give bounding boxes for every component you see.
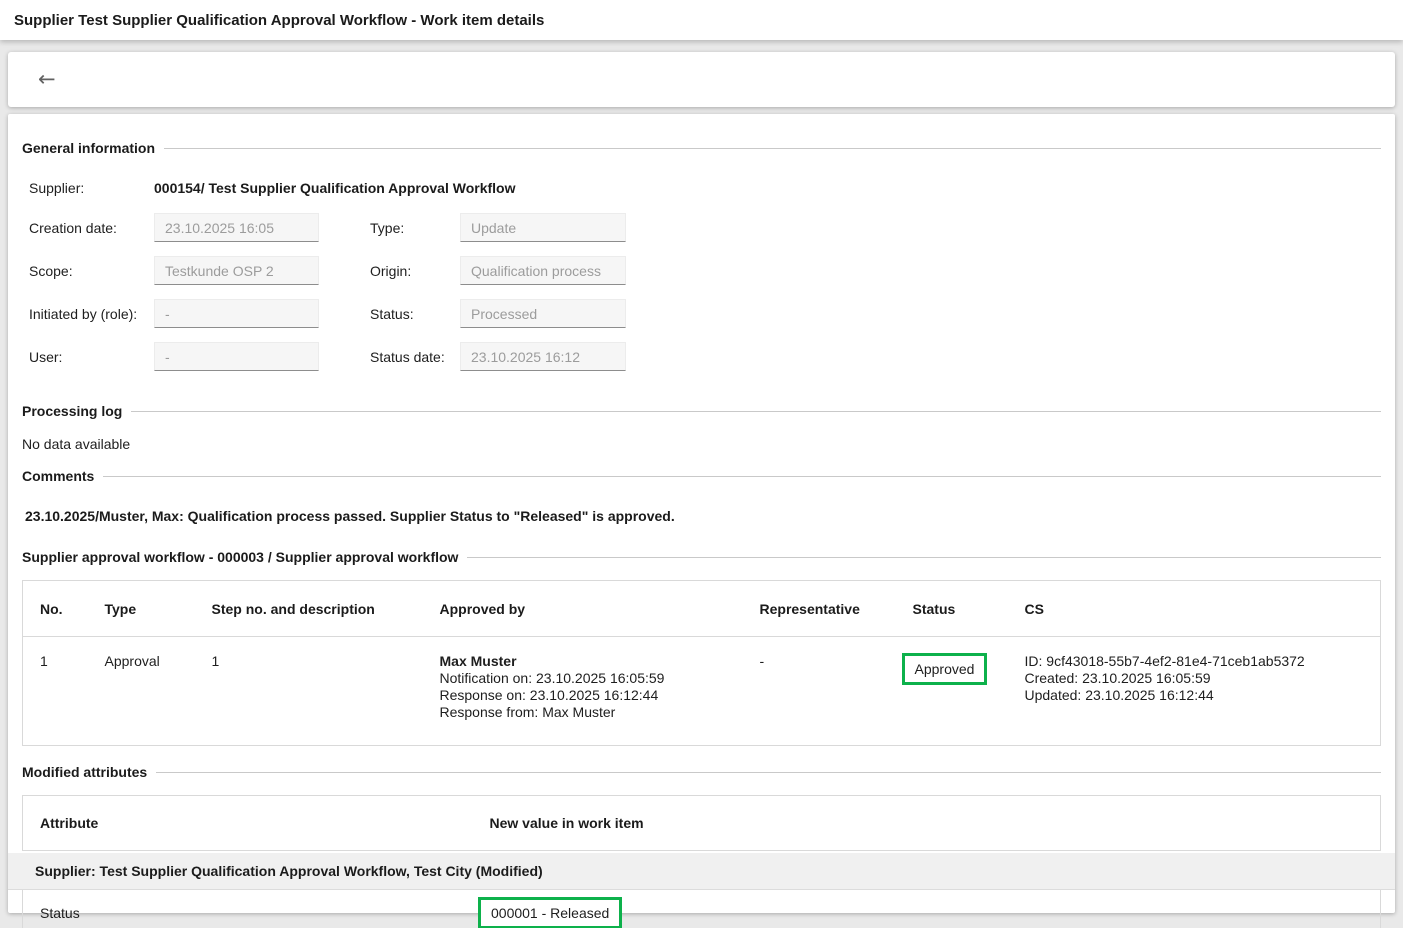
response-on-line: Response on: 23.10.2025 16:12:44 xyxy=(440,687,754,704)
notification-on-line: Notification on: 23.10.2025 16:05:59 xyxy=(440,670,754,687)
cell-status: Approved xyxy=(913,637,1025,746)
attribute-new-value: 000001 - Released xyxy=(490,897,622,928)
approval-workflow-table-header: No. Type Step no. and description Approv… xyxy=(23,581,1381,637)
back-arrow-icon: ← xyxy=(38,67,56,91)
user-label: User: xyxy=(29,349,154,365)
section-divider xyxy=(103,476,1381,477)
section-header-comments: Comments xyxy=(22,468,1381,484)
origin-label: Origin: xyxy=(370,263,460,279)
cell-cs: ID: 9cf43018-55b7-4ef2-81e4-71ceb1ab5372… xyxy=(1025,637,1381,746)
creation-date-field[interactable]: 23.10.2025 16:05 xyxy=(154,213,319,242)
section-header-supplier-approval-workflow: Supplier approval workflow - 000003 / Su… xyxy=(22,549,1381,565)
table-row: 1 Approval 1 Max Muster Notification on:… xyxy=(23,637,1381,746)
cs-updated-line: Updated: 23.10.2025 16:12:44 xyxy=(1025,687,1375,704)
processing-log-empty-message: No data available xyxy=(22,436,1381,452)
form-row: Initiated by (role): - Status: Processed xyxy=(29,299,1381,328)
section-title: General information xyxy=(22,140,155,156)
user-field[interactable]: - xyxy=(154,342,319,371)
column-header-new-value: New value in work item xyxy=(490,796,1381,851)
section-divider xyxy=(467,557,1381,558)
column-header-representative: Representative xyxy=(760,581,913,637)
column-header-attribute: Attribute xyxy=(23,796,490,851)
supplier-value: 000154/ Test Supplier Qualification Appr… xyxy=(154,180,516,196)
attribute-name: Status xyxy=(23,905,490,921)
status-approved-highlight: Approved xyxy=(902,653,988,685)
window-titlebar: Supplier Test Supplier Qualification App… xyxy=(0,0,1403,40)
scope-label: Scope: xyxy=(29,263,154,279)
section-divider xyxy=(164,148,1381,149)
comment-entry: 23.10.2025/Muster, Max: Qualification pr… xyxy=(22,508,1381,524)
status-field[interactable]: Processed xyxy=(460,299,626,328)
section-title: Supplier approval workflow - 000003 / Su… xyxy=(22,549,458,565)
section-title: Comments xyxy=(22,468,94,484)
section-title: Processing log xyxy=(22,403,122,419)
modified-attributes-group-header: Supplier: Test Supplier Qualification Ap… xyxy=(8,853,1395,890)
response-from-line: Response from: Max Muster xyxy=(440,704,754,721)
supplier-row: Supplier: 000154/ Test Supplier Qualific… xyxy=(29,178,1381,198)
section-header-modified-attributes: Modified attributes xyxy=(22,764,1381,780)
section-divider xyxy=(131,411,1381,412)
status-label: Status: xyxy=(370,306,460,322)
cell-approved-by: Max Muster Notification on: 23.10.2025 1… xyxy=(440,637,760,746)
initiated-by-role-field[interactable]: - xyxy=(154,299,319,328)
work-item-details-panel: General information Supplier: 000154/ Te… xyxy=(8,114,1395,913)
column-header-approved-by: Approved by xyxy=(440,581,760,637)
column-header-type: Type xyxy=(105,581,212,637)
cs-id-line: ID: 9cf43018-55b7-4ef2-81e4-71ceb1ab5372 xyxy=(1025,653,1375,670)
cs-created-line: Created: 23.10.2025 16:05:59 xyxy=(1025,670,1375,687)
approved-by-name: Max Muster xyxy=(440,653,754,670)
status-date-field[interactable]: 23.10.2025 16:12 xyxy=(460,342,626,371)
general-information-form: Supplier: 000154/ Test Supplier Qualific… xyxy=(22,178,1381,371)
column-header-no: No. xyxy=(23,581,105,637)
cell-no: 1 xyxy=(23,637,105,746)
section-header-processing-log: Processing log xyxy=(22,403,1381,419)
cell-type: Approval xyxy=(105,637,212,746)
column-header-status: Status xyxy=(913,581,1025,637)
type-label: Type: xyxy=(370,220,460,236)
page-title: Supplier Test Supplier Qualification App… xyxy=(14,12,544,29)
table-row: Status 000001 - Released xyxy=(22,890,1381,928)
column-header-step: Step no. and description xyxy=(212,581,440,637)
back-button[interactable]: ← xyxy=(30,65,64,94)
section-title: Modified attributes xyxy=(22,764,147,780)
scope-field[interactable]: Testkunde OSP 2 xyxy=(154,256,319,285)
toolbar: ← xyxy=(8,52,1395,107)
section-header-general-information: General information xyxy=(22,140,1381,156)
status-released-highlight: 000001 - Released xyxy=(478,897,622,928)
cell-step: 1 xyxy=(212,637,440,746)
status-date-label: Status date: xyxy=(370,349,460,365)
approval-workflow-table: No. Type Step no. and description Approv… xyxy=(22,580,1381,746)
form-row: Scope: Testkunde OSP 2 Origin: Qualifica… xyxy=(29,256,1381,285)
initiated-by-role-label: Initiated by (role): xyxy=(29,306,154,322)
modified-attributes-table-header: Attribute New value in work item xyxy=(22,795,1381,851)
creation-date-label: Creation date: xyxy=(29,220,154,236)
column-header-cs: CS xyxy=(1025,581,1381,637)
origin-field[interactable]: Qualification process xyxy=(460,256,626,285)
section-divider xyxy=(156,772,1381,773)
supplier-label: Supplier: xyxy=(29,180,154,196)
cell-representative: - xyxy=(760,637,913,746)
type-field[interactable]: Update xyxy=(460,213,626,242)
form-row: User: - Status date: 23.10.2025 16:12 xyxy=(29,342,1381,371)
form-row: Creation date: 23.10.2025 16:05 Type: Up… xyxy=(29,213,1381,242)
